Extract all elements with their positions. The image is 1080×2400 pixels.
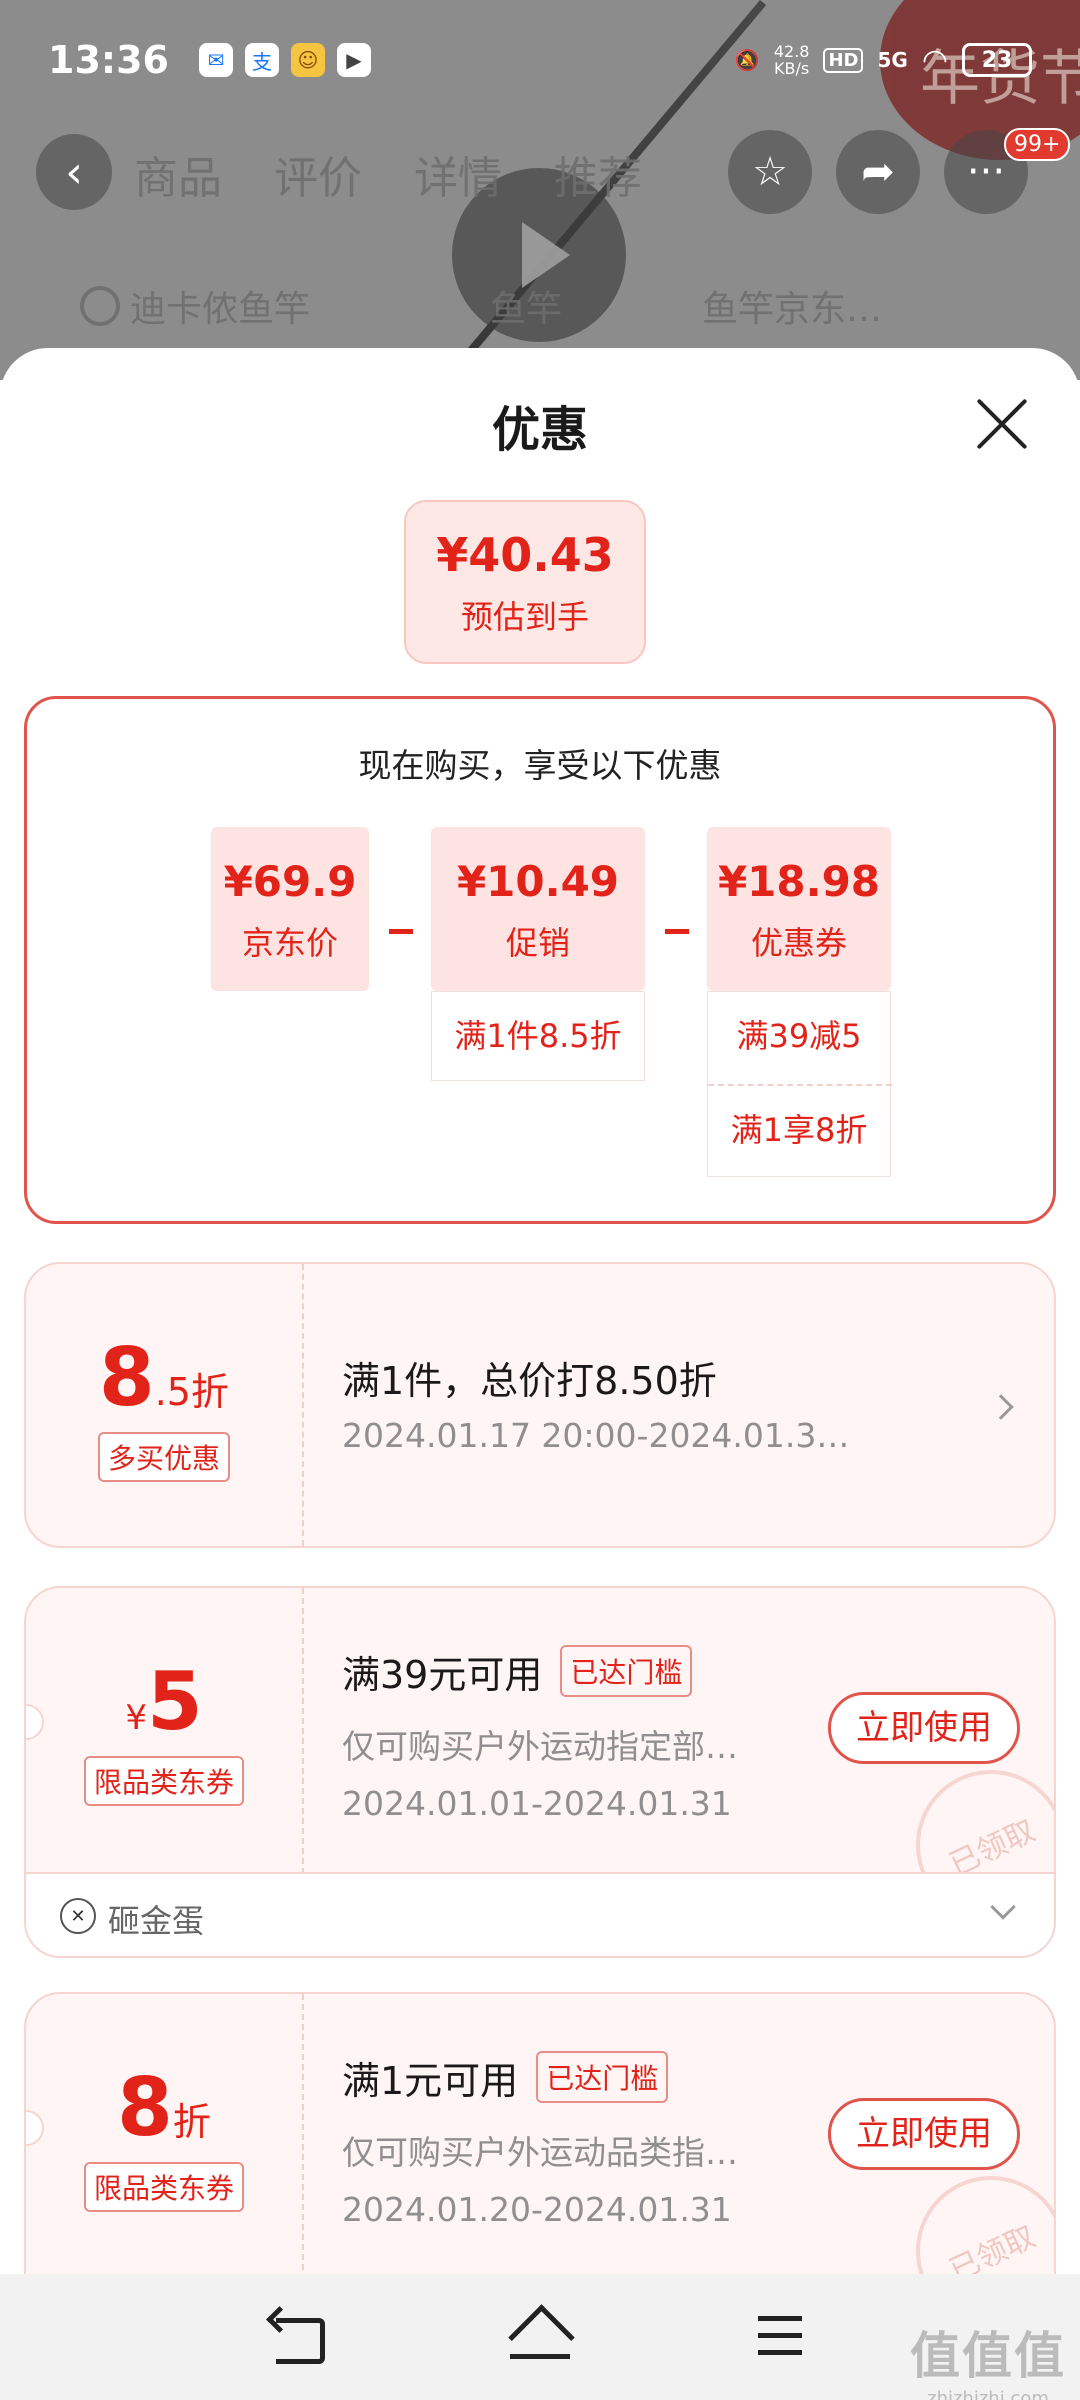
signal-icon: 5G <box>877 48 908 72</box>
coupon-card-8-fold: 8折 限品类东券 满1元可用 已达门槛 仅可购买户外运动品类指… 2024.01.… <box>24 1992 1056 2274</box>
coupon-suffix: 折 <box>172 2100 211 2144</box>
coupon-value-area: ¥5 限品类东券 <box>26 1588 302 1874</box>
mail-icon: ✉ <box>198 43 233 77</box>
alipay-icon: 支 <box>244 43 279 77</box>
coupon-detail: 满39减5 <box>736 1017 862 1055</box>
discount-value-area: 8.5折 多买优惠 <box>26 1264 302 1546</box>
discount-suffix: .5折 <box>154 1370 229 1414</box>
coupon-title: 满1元可用 <box>342 2059 519 2103</box>
discount-type-tag: 多买优惠 <box>97 1432 230 1482</box>
coupon-title: 满39元可用 <box>342 1653 543 1697</box>
divider <box>302 1994 304 2274</box>
product-tabs: 商品 评价 详情 推荐 <box>134 142 642 206</box>
status-bar: 13:36 ✉ 支 ☺ ▶ 🔕 42.8 KB/s HD 5G ◠ 23 <box>0 0 1080 120</box>
chevron-right-icon <box>988 1394 1014 1420</box>
tab-recommend[interactable]: 推荐 <box>554 142 642 206</box>
calc-title: 现在购买，享受以下优惠 <box>358 746 722 785</box>
promotion-amount: ¥10.49 <box>456 857 620 906</box>
tab-reviews[interactable]: 评价 <box>274 142 362 206</box>
jd-price-label: 京东价 <box>241 924 338 962</box>
coupon-card-5: ¥5 限品类东券 满39元可用 已达门槛 仅可购买户外运动指定部… 2024.01… <box>24 1586 1056 1958</box>
use-now-button[interactable]: 立即使用 <box>828 2098 1020 2170</box>
multi-buy-discount-card[interactable]: 8.5折 多买优惠 满1件，总价打8.50折 2024.01.17 20:00-… <box>24 1262 1056 1548</box>
promotion-label: 促销 <box>505 924 570 962</box>
jd-price-box: ¥69.9 京东价 <box>211 827 369 991</box>
coupon-detail: 满1享8折 <box>730 1111 868 1149</box>
coupon-box: ¥18.98 优惠券 <box>707 827 891 991</box>
jd-price-amount: ¥69.9 <box>223 857 357 906</box>
divider <box>302 1588 304 1874</box>
video-icon: ▶ <box>336 43 371 77</box>
mute-icon: 🔕 <box>734 48 760 72</box>
coupon-scope: 仅可购买户外运动品类指… <box>342 2133 738 2172</box>
search-suggestion[interactable]: 鱼竿 <box>490 280 562 332</box>
app-icon: ☺ <box>290 43 325 77</box>
message-badge: 99+ <box>1004 128 1071 161</box>
nav-home-icon[interactable] <box>510 2312 570 2362</box>
battery-icon: 23 <box>962 43 1032 77</box>
minus-sign <box>665 929 689 934</box>
network-speed-unit: KB/s <box>774 59 810 78</box>
close-icon[interactable] <box>974 396 1030 452</box>
coupon-source-row[interactable]: ✕ 砸金蛋 <box>26 1872 1054 1956</box>
discount-value: 8 <box>99 1331 155 1424</box>
discount-period: 2024.01.17 20:00-2024.01.3… <box>342 1416 850 1455</box>
sheet-title: 优惠 <box>491 402 588 458</box>
coupon-scope: 仅可购买户外运动指定部… <box>342 1727 738 1766</box>
divider <box>708 1084 892 1086</box>
discount-sheet: 优惠 ¥40.43 预估到手 现在购买，享受以下优惠 ¥69.9 京东价 ¥10… <box>0 348 1080 2274</box>
coupon-detail-list: 满39减5 满1享8折 <box>707 991 892 1177</box>
coupon-period: 2024.01.20-2024.01.31 <box>342 2190 732 2229</box>
network-speed: 42.8 KB/s <box>774 43 810 77</box>
minus-sign <box>389 929 413 934</box>
coupon-title-row: 满1元可用 已达门槛 <box>342 2050 669 2105</box>
coupon-type-tag: 限品类东券 <box>83 1756 244 1806</box>
search-suggestion[interactable]: 迪卡侬鱼竿 <box>130 280 310 332</box>
chevron-down-icon <box>990 1894 1016 1920</box>
discount-title: 满1件，总价打8.50折 <box>342 1359 717 1403</box>
network-speed-value: 42.8 <box>773 42 810 61</box>
search-suggestions: 迪卡侬鱼竿 鱼竿 鱼竿京东… <box>80 280 882 332</box>
wifi-icon: ◠ <box>921 42 948 78</box>
coupon-value-area: 8折 限品类东券 <box>26 1994 302 2274</box>
promotion-detail: 满1件8.5折 <box>431 991 645 1081</box>
promotion-box: ¥10.49 促销 <box>431 827 645 991</box>
coupon-type-tag: 限品类东券 <box>83 2162 244 2212</box>
discount-calculation: 现在购买，享受以下优惠 ¥69.9 京东价 ¥10.49 促销 满1件8.5折 … <box>24 696 1056 1224</box>
coupon-source: 砸金蛋 <box>108 1902 205 1940</box>
background-product-page: 年货节 13:36 ✉ 支 ☺ ▶ 🔕 42.8 KB/s HD 5G ◠ 23… <box>0 0 1080 380</box>
coupon-value: 8 <box>117 2061 173 2154</box>
coupon-title-row: 满39元可用 已达门槛 <box>342 1644 693 1699</box>
tab-goods[interactable]: 商品 <box>134 142 222 206</box>
coupon-label: 优惠券 <box>750 924 847 962</box>
currency-symbol: ¥ <box>125 1698 147 1738</box>
tab-details[interactable]: 详情 <box>414 142 502 206</box>
watermark-url: zhizhizhi.com <box>927 2388 1049 2400</box>
divider <box>302 1264 304 1546</box>
search-icon <box>80 286 120 326</box>
threshold-reached-tag: 已达门槛 <box>536 2051 669 2103</box>
hd-icon: HD <box>823 47 864 73</box>
status-time: 13:36 <box>48 38 169 82</box>
estimated-label: 预估到手 <box>460 598 589 636</box>
nav-menu-icon[interactable] <box>750 2312 810 2362</box>
estimated-price: ¥40.43 <box>436 528 614 582</box>
watermark-logo: 值值值 <box>910 2327 1066 2385</box>
back-button[interactable]: ‹ <box>36 134 112 210</box>
golden-egg-icon: ✕ <box>60 1898 96 1934</box>
nav-back-icon[interactable] <box>270 2312 330 2364</box>
coupon-period: 2024.01.01-2024.01.31 <box>342 1784 732 1823</box>
coupon-amount: ¥18.98 <box>717 857 881 906</box>
estimated-price-box: ¥40.43 预估到手 <box>404 500 646 664</box>
search-suggestion[interactable]: 鱼竿京东… <box>702 280 882 332</box>
share-icon[interactable]: ➦ <box>836 130 920 214</box>
coupon-value: 5 <box>146 1655 203 1748</box>
use-now-button[interactable]: 立即使用 <box>828 1692 1020 1764</box>
threshold-reached-tag: 已达门槛 <box>560 1645 693 1697</box>
favorite-star-icon[interactable]: ☆ <box>728 130 812 214</box>
site-watermark: 值值值 zhizhizhi.com <box>910 2316 1066 2400</box>
